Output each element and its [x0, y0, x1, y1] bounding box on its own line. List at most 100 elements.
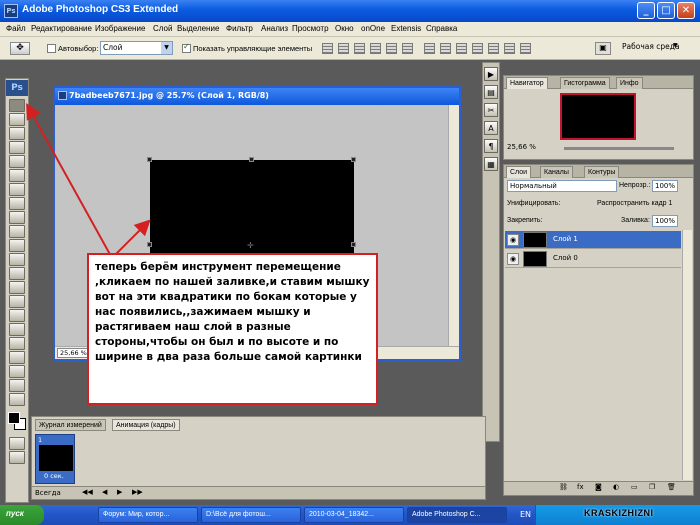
- zoom-tool-icon[interactable]: [9, 393, 25, 406]
- pen-tool-icon[interactable]: [9, 295, 25, 308]
- align-left-icon[interactable]: [370, 43, 381, 54]
- path-selection-tool-icon[interactable]: [9, 323, 25, 336]
- blur-tool-icon[interactable]: [9, 267, 25, 280]
- align-hcenter-icon[interactable]: [386, 43, 397, 54]
- type-tool-icon[interactable]: [9, 309, 25, 322]
- distribute-vcenter-icon[interactable]: [440, 43, 451, 54]
- opacity-input[interactable]: 100%: [652, 180, 678, 192]
- tool-presets-icon[interactable]: ✂: [484, 103, 498, 117]
- document-zoom[interactable]: 25,66 %: [57, 348, 91, 358]
- menu-window[interactable]: Окно: [335, 24, 354, 33]
- menu-onone[interactable]: onOne: [361, 24, 385, 33]
- brushes-panel-icon[interactable]: ▦: [484, 157, 498, 171]
- next-frame-icon[interactable]: ▶▶: [132, 488, 143, 496]
- layer-row[interactable]: ◉ Слой 1: [505, 231, 681, 249]
- menu-analysis[interactable]: Анализ: [261, 24, 288, 33]
- menu-image[interactable]: Изображение: [95, 24, 145, 33]
- tab-measurement-log[interactable]: Журнал измерений: [35, 419, 106, 431]
- align-vcenter-icon[interactable]: [338, 43, 349, 54]
- slice-tool-icon[interactable]: [9, 169, 25, 182]
- hand-tool-icon[interactable]: [9, 379, 25, 392]
- color-swatches[interactable]: [6, 410, 28, 436]
- crop-tool-icon[interactable]: [9, 155, 25, 168]
- quick-mask-icon[interactable]: [9, 437, 25, 450]
- distribute-right-icon[interactable]: [504, 43, 515, 54]
- marquee-tool-icon[interactable]: [9, 113, 25, 126]
- menu-select[interactable]: Выделение: [177, 24, 219, 33]
- menu-extensis[interactable]: Extensis: [391, 24, 421, 33]
- eye-icon[interactable]: ◉: [507, 253, 519, 265]
- history-brush-tool-icon[interactable]: [9, 225, 25, 238]
- frame-delay[interactable]: 0 сек.: [44, 472, 64, 480]
- navigator-thumbnail[interactable]: [560, 93, 636, 140]
- move-tool-preset-icon[interactable]: ✥: [10, 42, 30, 55]
- layer-style-icon[interactable]: fx: [577, 483, 584, 491]
- eye-icon[interactable]: ◉: [507, 234, 519, 246]
- fill-input[interactable]: 100%: [652, 215, 678, 227]
- first-frame-icon[interactable]: ◀◀: [82, 488, 93, 496]
- lasso-tool-icon[interactable]: [9, 127, 25, 140]
- new-group-icon[interactable]: ▭: [631, 483, 638, 491]
- auto-select-dropdown[interactable]: Слой ▼: [100, 41, 173, 55]
- maximize-button[interactable]: □: [657, 2, 675, 19]
- layer-mask-icon[interactable]: ◙: [595, 483, 602, 491]
- menu-layer[interactable]: Слой: [153, 24, 172, 33]
- shape-tool-icon[interactable]: [9, 337, 25, 350]
- workspace-button[interactable]: Рабочая среда: [622, 42, 680, 51]
- dodge-tool-icon[interactable]: [9, 281, 25, 294]
- navigator-zoom[interactable]: 25,66 %: [507, 143, 547, 154]
- taskbar-item-folder[interactable]: D:\Всё для фотош...: [201, 507, 301, 523]
- navigator-zoom-slider[interactable]: [564, 147, 674, 150]
- align-right-icon[interactable]: [402, 43, 413, 54]
- distribute-hcenter-icon[interactable]: [488, 43, 499, 54]
- taskbar-item-screenshot[interactable]: 2010-03-04_18342...: [304, 507, 404, 523]
- screen-mode-icon[interactable]: [9, 451, 25, 464]
- align-top-icon[interactable]: [322, 43, 333, 54]
- taskbar-item-forum[interactable]: Форум: Мир, котор...: [98, 507, 198, 523]
- tab-layers[interactable]: Слои: [506, 166, 532, 178]
- distribute-bottom-icon[interactable]: [456, 43, 467, 54]
- transform-handle[interactable]: [351, 157, 356, 162]
- distribute-top-icon[interactable]: [424, 43, 435, 54]
- transform-handle[interactable]: [351, 242, 356, 247]
- start-button[interactable]: пуск: [0, 505, 44, 525]
- tab-paths[interactable]: Контуры: [584, 166, 620, 178]
- propagate-frame-label[interactable]: Распространить кадр 1: [597, 200, 672, 207]
- align-bottom-icon[interactable]: [354, 43, 365, 54]
- document-scrollbar[interactable]: [448, 105, 459, 346]
- brush-tool-icon[interactable]: [9, 197, 25, 210]
- blend-mode-dropdown[interactable]: Нормальный: [507, 180, 617, 192]
- transform-handle[interactable]: [249, 157, 254, 162]
- move-tool-icon[interactable]: [9, 99, 25, 112]
- loop-dropdown[interactable]: Всегда: [35, 489, 61, 497]
- eraser-tool-icon[interactable]: [9, 239, 25, 252]
- menu-file[interactable]: Файл: [6, 24, 26, 33]
- history-panel-icon[interactable]: ▶: [484, 67, 498, 81]
- delete-layer-icon[interactable]: 🗑: [667, 483, 676, 491]
- menu-view[interactable]: Просмотр: [292, 24, 329, 33]
- tab-info[interactable]: Инфо: [616, 77, 643, 89]
- transform-handle[interactable]: [147, 157, 152, 162]
- prev-frame-icon[interactable]: ◀: [102, 488, 107, 496]
- eyedropper-tool-icon[interactable]: [9, 365, 25, 378]
- tab-channels[interactable]: Каналы: [540, 166, 573, 178]
- auto-select-checkbox[interactable]: [47, 44, 56, 53]
- healing-brush-tool-icon[interactable]: [9, 183, 25, 196]
- animation-frame[interactable]: 1 0 сек.: [35, 434, 75, 484]
- link-layers-icon[interactable]: ⛓: [559, 483, 568, 491]
- play-icon[interactable]: ▶: [117, 488, 122, 496]
- layers-scrollbar[interactable]: [682, 230, 692, 480]
- transform-handle[interactable]: [147, 242, 152, 247]
- paragraph-panel-icon[interactable]: ¶: [484, 139, 498, 153]
- minimize-button[interactable]: _: [637, 2, 655, 19]
- tab-animation-frames[interactable]: Анимация (кадры): [112, 419, 180, 431]
- character-panel-icon[interactable]: A: [484, 121, 498, 135]
- workspace-chevron-icon[interactable]: ▼: [673, 42, 678, 49]
- clone-stamp-tool-icon[interactable]: [9, 211, 25, 224]
- menu-help[interactable]: Справка: [426, 24, 457, 33]
- tab-navigator[interactable]: Навигатор: [506, 77, 548, 89]
- adjustment-layer-icon[interactable]: ◐: [613, 483, 619, 491]
- taskbar-item-photoshop[interactable]: Adobe Photoshop C...: [407, 507, 507, 523]
- document-titlebar[interactable]: 7badbeeb7671.jpg @ 25.7% (Слой 1, RGB/8): [55, 88, 459, 105]
- show-controls-checkbox[interactable]: [182, 42, 191, 53]
